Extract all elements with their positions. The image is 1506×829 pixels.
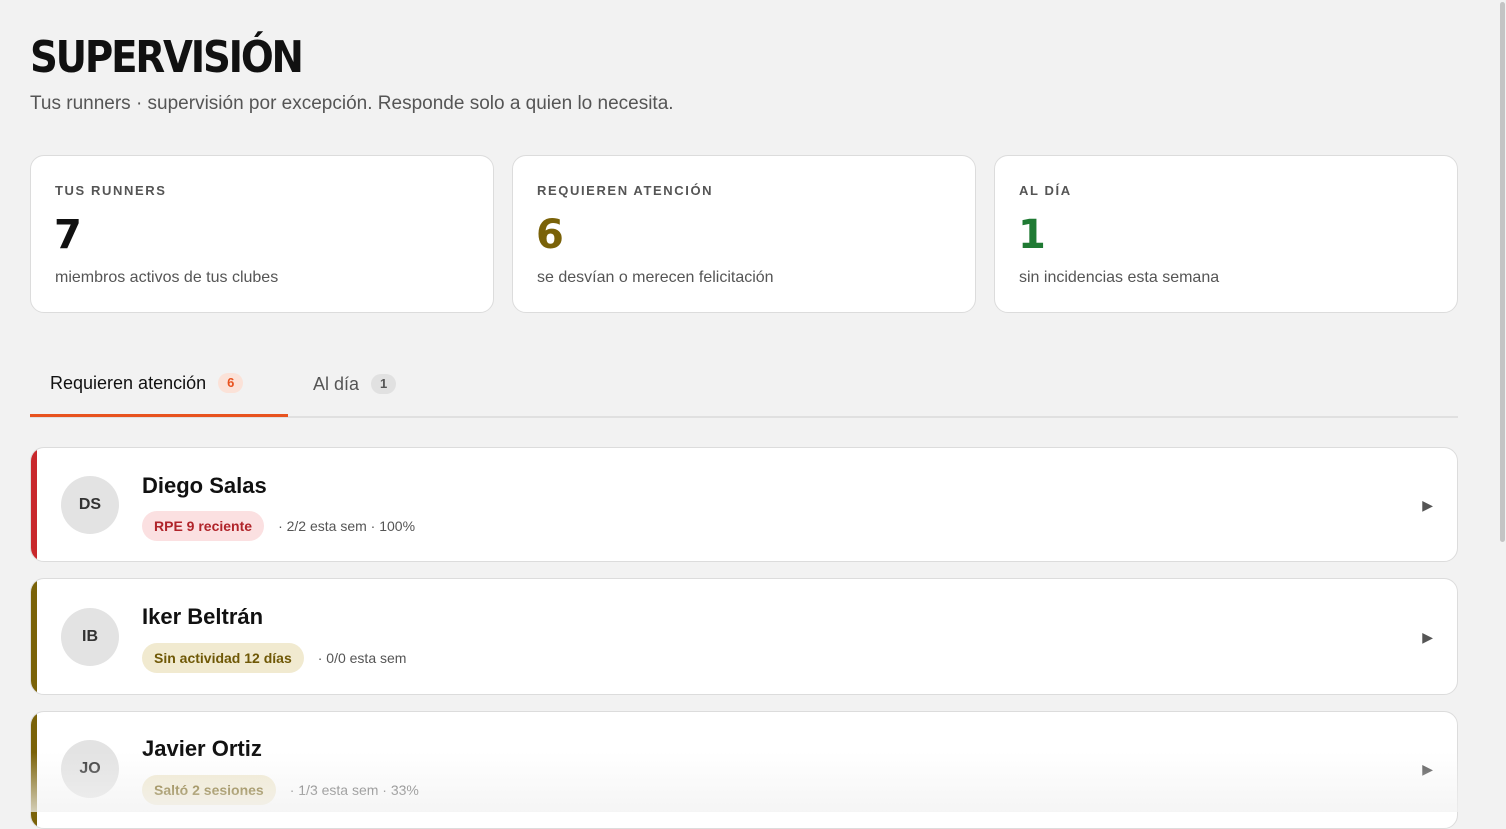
weekly-stats: · 2/2 esta sem · 100% [278, 518, 416, 534]
runner-name: Javier Ortiz [142, 736, 262, 761]
stat-description: se desvían o merecen felicitación [537, 269, 774, 286]
tab-label: Al día [313, 373, 360, 394]
stat-description: miembros activos de tus clubes [55, 269, 279, 286]
runner-name: Diego Salas [142, 473, 267, 498]
runner-meta: Sin actividad 12 días · 0/0 esta sem [142, 643, 406, 673]
runner-meta: Saltó 2 sesiones · 1/3 esta sem · 33% [142, 775, 419, 805]
runner-name: Iker Beltrán [142, 604, 264, 629]
severity-bar [31, 712, 37, 828]
stat-label: TUS RUNNERS [55, 183, 167, 198]
page-subtitle: Tus runners · supervisión por excepción.… [30, 93, 674, 114]
scrollbar-thumb[interactable] [1500, 2, 1505, 542]
chevron-right-icon[interactable]: ▶ [1422, 761, 1433, 778]
status-badge: RPE 9 reciente [142, 511, 265, 541]
avatar: DS [61, 476, 119, 534]
tab-count-badge: 6 [218, 373, 244, 393]
avatar: JO [61, 740, 119, 798]
stat-card-need-attention: REQUIEREN ATENCIÓN 6 se desvían o merece… [512, 155, 976, 313]
stat-value: 1 [1018, 212, 1046, 258]
stat-value: 6 [536, 212, 564, 258]
scrollbar[interactable] [1499, 0, 1506, 812]
stat-card-total-runners: TUS RUNNERS 7 miembros activos de tus cl… [30, 155, 494, 313]
tab-up-to-date[interactable]: Al día 1 [313, 352, 397, 416]
avatar: IB [61, 608, 119, 666]
tab-count-badge: 1 [371, 374, 397, 394]
stat-card-up-to-date: AL DÍA 1 sin incidencias esta semana [994, 155, 1458, 313]
runner-meta: RPE 9 reciente · 2/2 esta sem · 100% [142, 511, 415, 541]
weekly-stats: · 1/3 esta sem · 33% [289, 782, 419, 798]
tab-bar: Requieren atención 6 Al día 1 [30, 352, 1458, 418]
stat-value: 7 [54, 212, 82, 258]
chevron-right-icon[interactable]: ▶ [1422, 497, 1433, 514]
runner-row[interactable]: IB Iker Beltrán Sin actividad 12 días · … [30, 578, 1458, 695]
tab-label: Requieren atención [50, 372, 207, 393]
status-badge: Sin actividad 12 días [142, 643, 304, 673]
tab-need-attention[interactable]: Requieren atención 6 [30, 352, 288, 417]
stats-cards: TUS RUNNERS 7 miembros activos de tus cl… [30, 155, 1458, 313]
status-badge: Saltó 2 sesiones [142, 775, 276, 805]
page-title: SUPERVISIÓN [30, 32, 304, 83]
stat-label: REQUIEREN ATENCIÓN [537, 183, 714, 198]
runner-row[interactable]: JO Javier Ortiz Saltó 2 sesiones · 1/3 e… [30, 711, 1458, 829]
chevron-right-icon[interactable]: ▶ [1422, 629, 1433, 646]
weekly-stats: · 0/0 esta sem [317, 650, 407, 666]
severity-bar [31, 448, 37, 561]
runner-row[interactable]: DS Diego Salas RPE 9 reciente · 2/2 esta… [30, 447, 1458, 562]
severity-bar [31, 579, 37, 694]
stat-label: AL DÍA [1019, 183, 1072, 198]
stat-description: sin incidencias esta semana [1019, 269, 1220, 286]
